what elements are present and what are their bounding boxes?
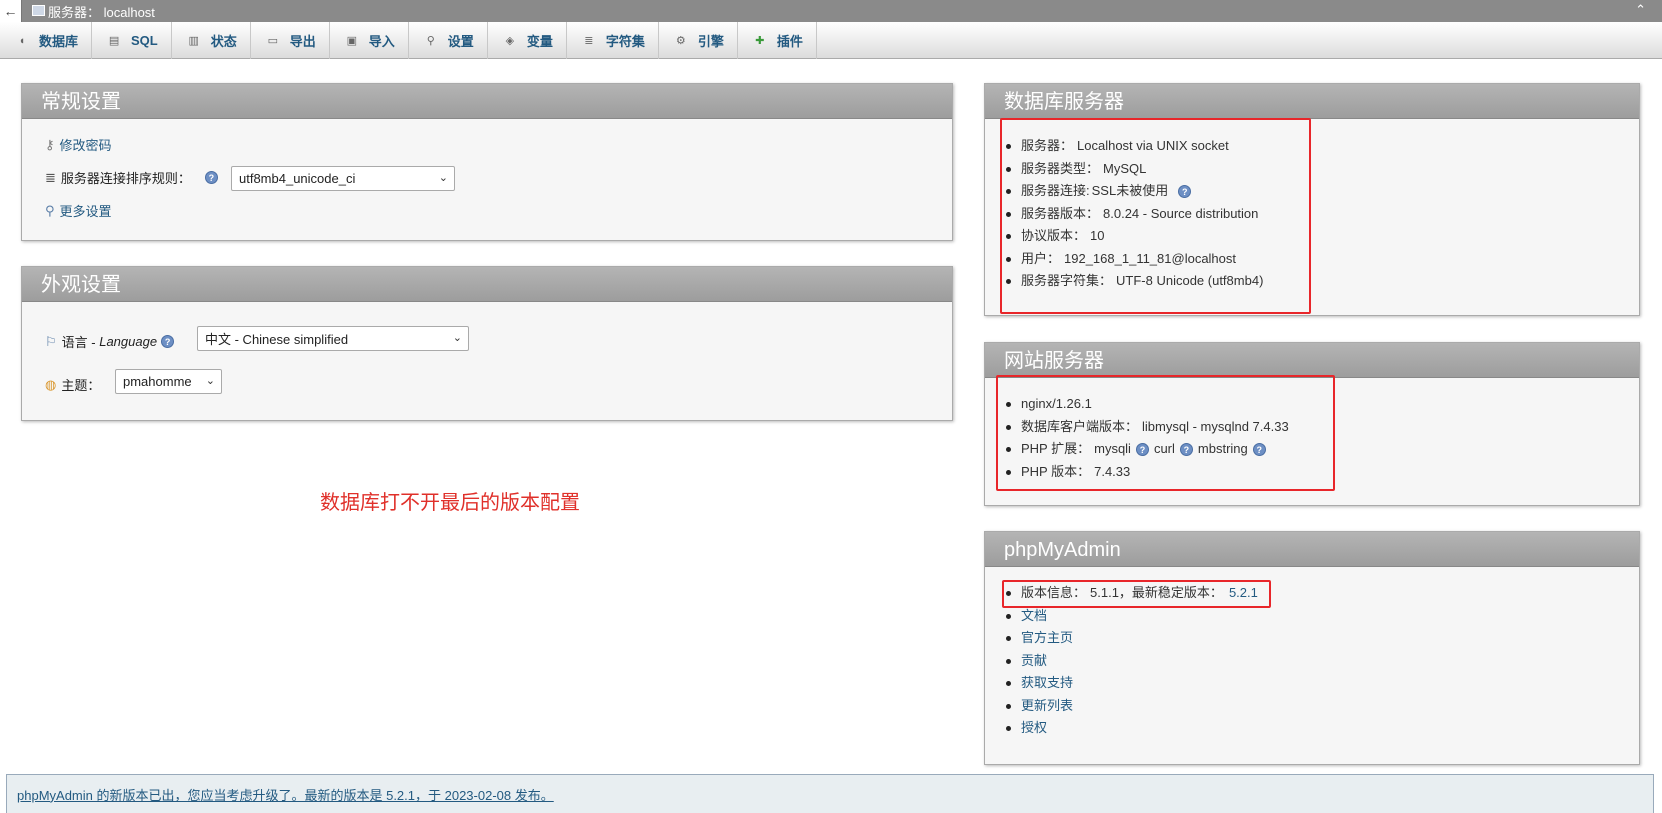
tab-label: 数据库 bbox=[39, 34, 79, 49]
wrench-icon: ⚲ bbox=[426, 35, 435, 47]
theme-select[interactable]: pmahomme ⌄ bbox=[115, 369, 222, 394]
docs-link[interactable]: 文档 bbox=[1021, 608, 1047, 623]
server-icon bbox=[32, 4, 45, 16]
tab-label: 设置 bbox=[447, 34, 474, 49]
tab-engines[interactable]: ⚙ 引擎 bbox=[659, 22, 738, 59]
license-link[interactable]: 授权 bbox=[1021, 720, 1047, 735]
collapse-icon[interactable]: ⌃ bbox=[1635, 2, 1646, 18]
homepage-link[interactable]: 官方主页 bbox=[1021, 630, 1073, 645]
tab-export[interactable]: ▭ 导出 bbox=[251, 22, 330, 59]
charset-icon: ≣ bbox=[584, 35, 594, 47]
sql-icon: ▤ bbox=[108, 35, 120, 47]
tab-label: 状态 bbox=[210, 34, 237, 49]
tab-label: 变量 bbox=[526, 34, 553, 49]
support-link[interactable]: 获取支持 bbox=[1021, 675, 1073, 690]
tab-databases[interactable]: ◖ 数据库 bbox=[0, 22, 93, 59]
variables-icon: ◈ bbox=[505, 35, 515, 47]
panel-title: 外观设置 bbox=[22, 267, 952, 302]
tab-import[interactable]: ▣ 导入 bbox=[330, 22, 409, 59]
tab-sql[interactable]: ▤ SQL bbox=[92, 22, 172, 59]
collation-row: ≣ 服务器连接排序规则： ? bbox=[45, 168, 223, 187]
theme-label: 主题： bbox=[61, 378, 101, 393]
plugin-icon: ✚ bbox=[755, 35, 765, 47]
phpmyadmin-panel: phpMyAdmin 版本信息： 5.1.1，最新稳定版本： 5.2.1 文档 官方… bbox=[984, 531, 1640, 765]
server-breadcrumb[interactable]: 服务器： localhost bbox=[48, 2, 155, 21]
language-icon: ⚐ bbox=[45, 333, 57, 349]
tab-status[interactable]: ▥ 状态 bbox=[172, 22, 251, 59]
tab-label: 插件 bbox=[776, 34, 803, 49]
appearance-settings-panel: 外观设置 ⚐ 语言 - Language ? 中文 - Chinese simp… bbox=[21, 266, 953, 421]
select-value: pmahomme bbox=[123, 374, 192, 389]
update-notice-link[interactable]: phpMyAdmin 的新版本已出，您应当考虑升级了。最新的版本是 5.2.1，… bbox=[17, 785, 554, 804]
help-icon[interactable]: ? bbox=[204, 171, 218, 184]
panel-title: 常规设置 bbox=[22, 84, 952, 119]
contribute-link[interactable]: 贡献 bbox=[1021, 653, 1047, 668]
palette-icon: ◍ bbox=[45, 376, 57, 392]
highlight-box bbox=[1000, 118, 1311, 314]
list-item: 授权 bbox=[1003, 717, 1258, 740]
back-arrow-icon[interactable]: ← bbox=[0, 0, 22, 22]
export-icon: ▭ bbox=[267, 35, 278, 47]
language-label-en: Language bbox=[99, 334, 158, 349]
status-icon: ▥ bbox=[188, 35, 199, 47]
general-settings-panel: 常规设置 ⚷ 修改密码 ≣ 服务器连接排序规则： ? utf8mb4_unico… bbox=[21, 83, 953, 241]
panel-title: 网站服务器 bbox=[985, 343, 1639, 378]
language-select[interactable]: 中文 - Chinese simplified ⌄ bbox=[197, 326, 469, 351]
collation-select[interactable]: utf8mb4_unicode_ci ⌄ bbox=[231, 166, 455, 191]
list-item: 官方主页 bbox=[1003, 627, 1258, 650]
list-item: 更新列表 bbox=[1003, 695, 1258, 718]
collation-icon: ≣ bbox=[45, 169, 56, 185]
tab-label: 字符集 bbox=[605, 34, 645, 49]
theme-row: ◍ 主题： bbox=[45, 375, 100, 394]
select-value: 中文 - Chinese simplified bbox=[205, 332, 349, 347]
language-label: 语言 - bbox=[61, 335, 100, 350]
tab-settings[interactable]: ⚲ 设置 bbox=[409, 22, 488, 59]
tab-charsets[interactable]: ≣ 字符集 bbox=[567, 22, 659, 59]
tab-variables[interactable]: ◈ 变量 bbox=[488, 22, 567, 59]
changelog-link[interactable]: 更新列表 bbox=[1021, 698, 1073, 713]
panel-title: phpMyAdmin bbox=[985, 532, 1639, 567]
annotation-text: 数据库打不开最后的版本配置 bbox=[320, 492, 580, 514]
tab-label: SQL bbox=[131, 33, 158, 48]
main-nav: ◖ 数据库 ▤ SQL ▥ 状态 ▭ 导出 ▣ 导入 ⚲ 设置 ◈ 变量 ≣ 字符集 ⚙ 引擎 ✚… bbox=[0, 22, 1662, 59]
key-icon: ⚷ bbox=[45, 136, 55, 152]
highlight-box bbox=[996, 375, 1335, 491]
language-row: ⚐ 语言 - Language ? bbox=[45, 332, 179, 351]
help-icon[interactable]: ? bbox=[161, 335, 175, 348]
collation-label: 服务器连接排序规则： bbox=[60, 171, 191, 186]
database-icon: ◖ bbox=[18, 34, 26, 47]
import-icon: ▣ bbox=[346, 35, 357, 47]
panel-title: 数据库服务器 bbox=[985, 84, 1639, 119]
engine-icon: ⚙ bbox=[675, 35, 686, 47]
update-notice: phpMyAdmin 的新版本已出，您应当考虑升级了。最新的版本是 5.2.1，… bbox=[6, 774, 1654, 813]
more-settings-link[interactable]: 更多设置 bbox=[60, 201, 112, 220]
change-password-link[interactable]: 修改密码 bbox=[60, 135, 112, 154]
change-password-row: ⚷ 修改密码 bbox=[45, 135, 112, 154]
chevron-down-icon: ⌄ bbox=[452, 332, 462, 344]
select-value: utf8mb4_unicode_ci bbox=[239, 171, 356, 186]
tab-label: 引擎 bbox=[697, 34, 724, 49]
chevron-down-icon: ⌄ bbox=[205, 375, 215, 387]
tab-label: 导出 bbox=[289, 34, 316, 49]
tab-plugins[interactable]: ✚ 插件 bbox=[738, 22, 817, 59]
wrench-icon: ⚲ bbox=[45, 202, 55, 218]
more-settings-row: ⚲ 更多设置 bbox=[45, 201, 112, 220]
chevron-down-icon: ⌄ bbox=[438, 172, 448, 184]
list-item: 获取支持 bbox=[1003, 672, 1258, 695]
list-item: 贡献 bbox=[1003, 650, 1258, 673]
server-breadcrumb-bar: ← 服务器： localhost ⌃ bbox=[0, 0, 1662, 22]
highlight-box bbox=[1002, 580, 1271, 608]
tab-label: 导入 bbox=[368, 34, 395, 49]
